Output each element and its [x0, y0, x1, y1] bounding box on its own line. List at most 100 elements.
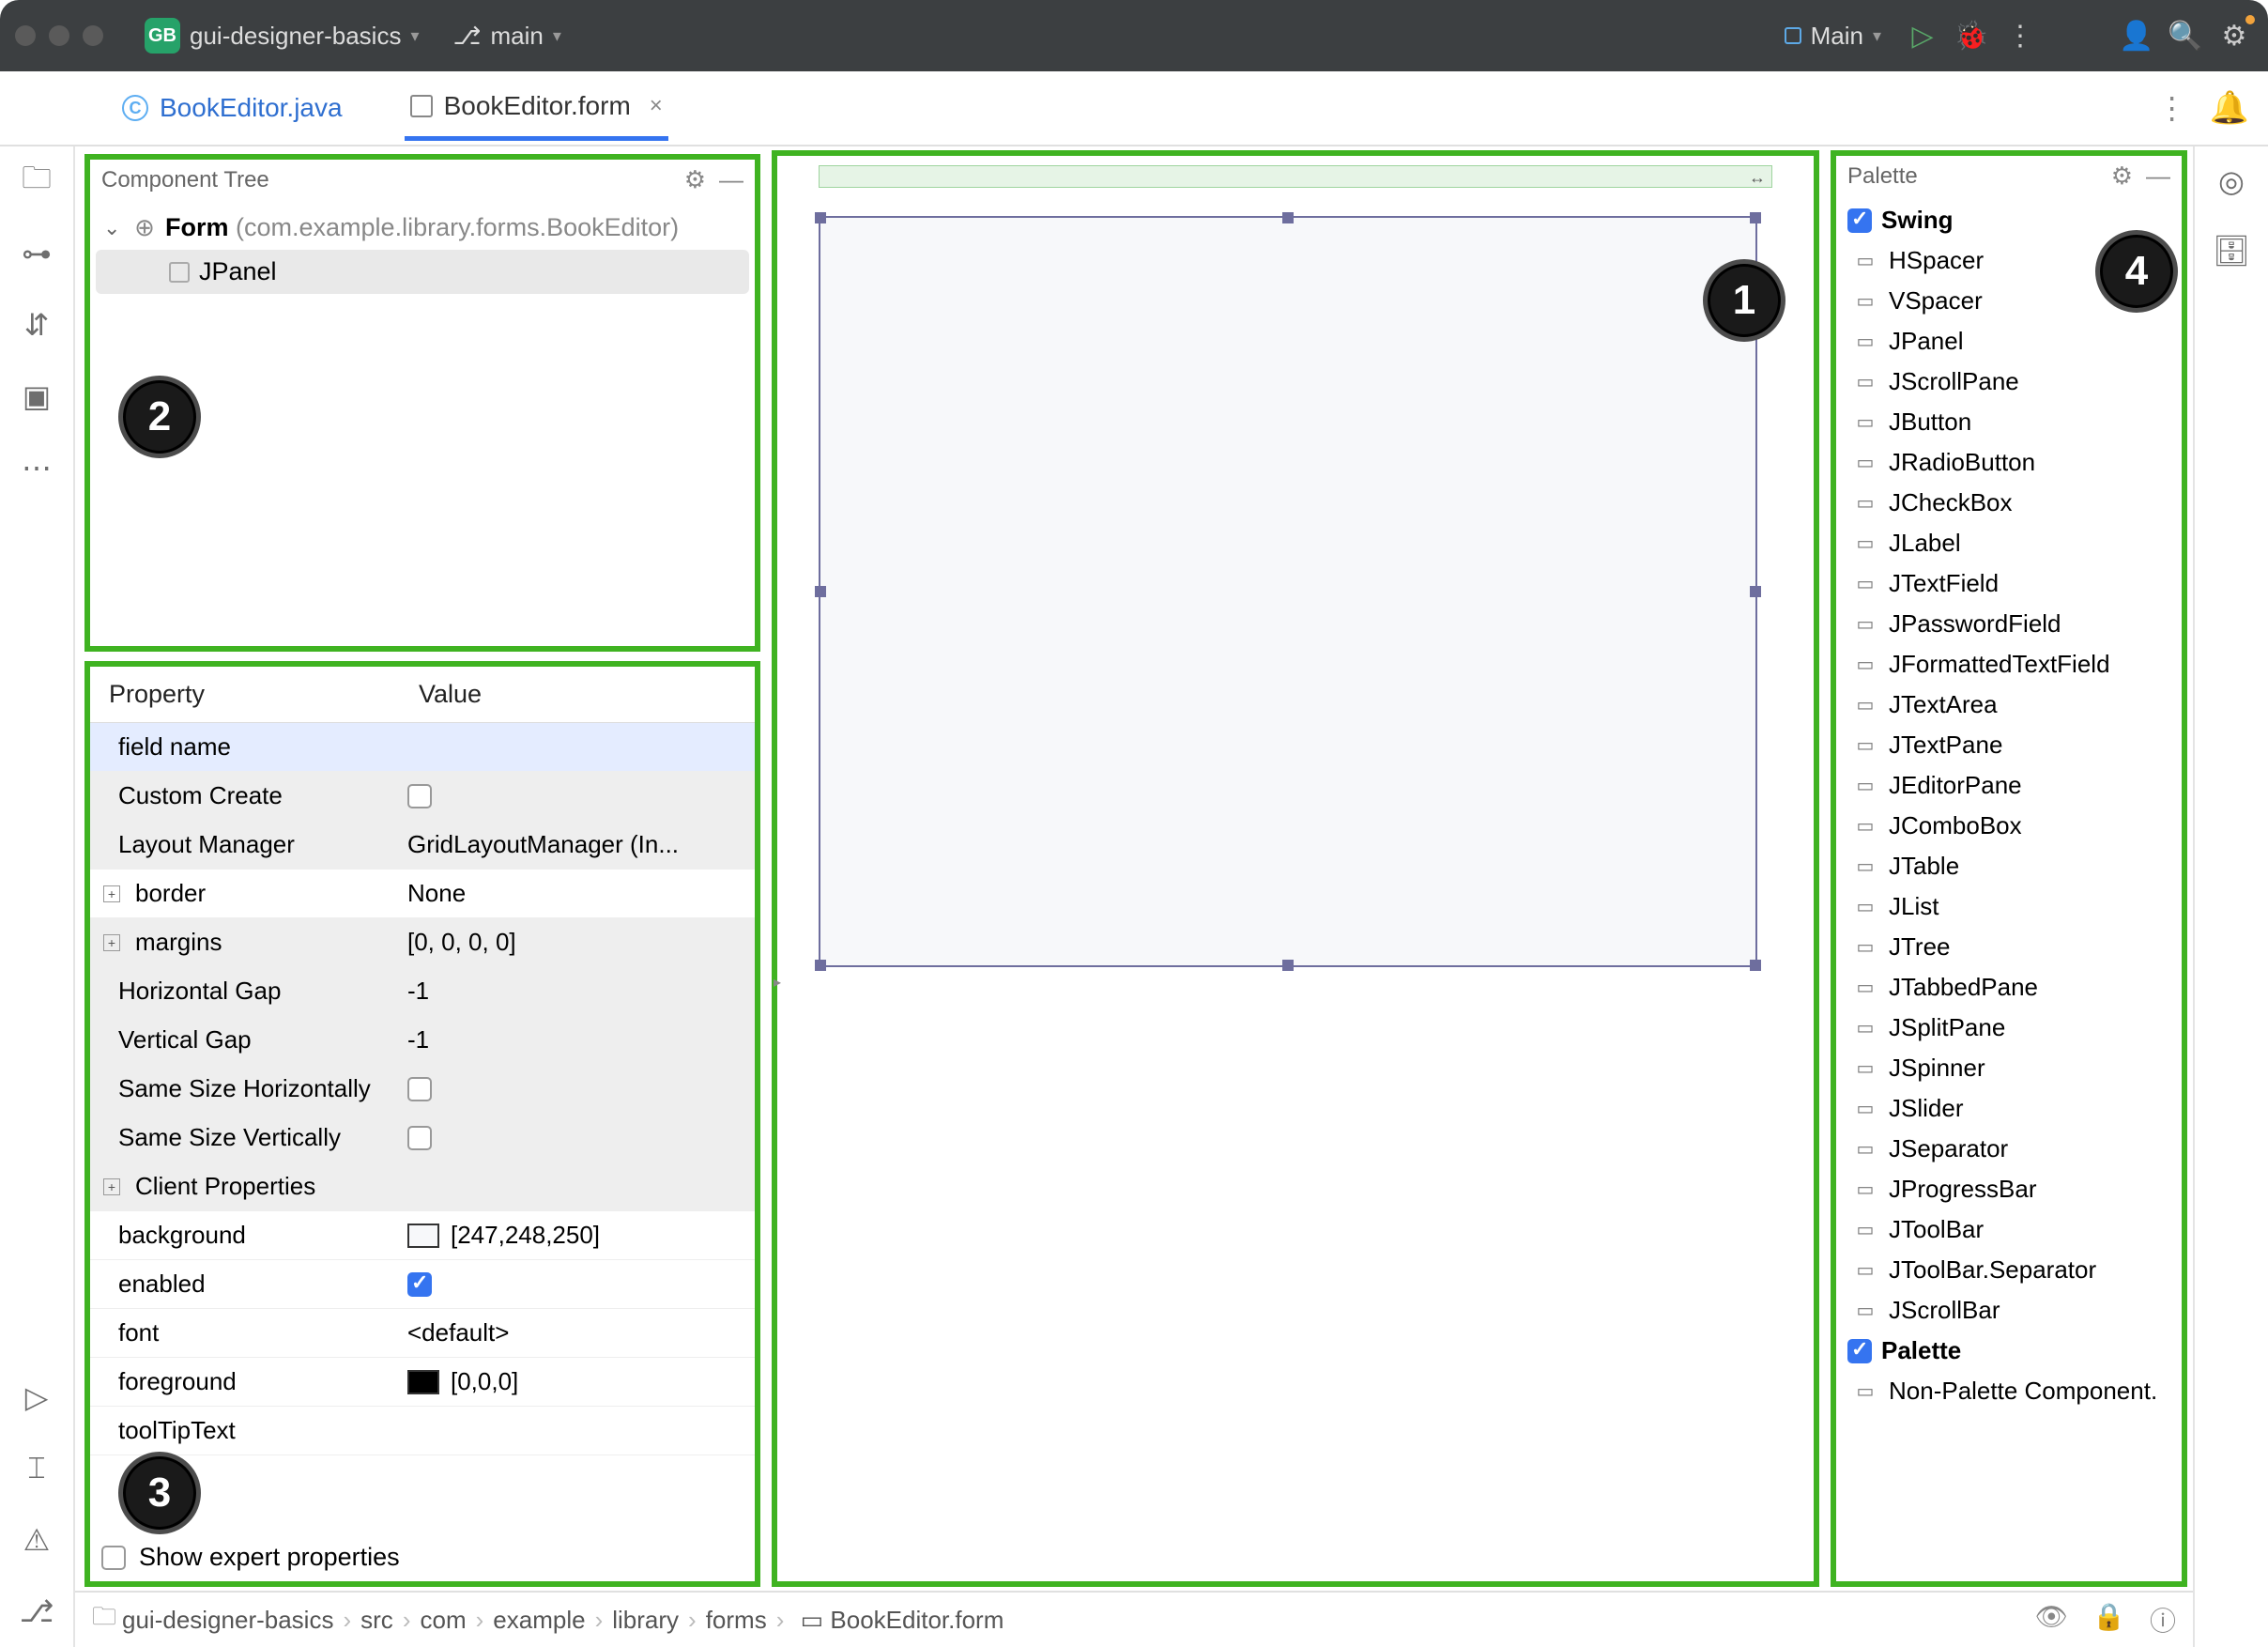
property-value[interactable]	[400, 1263, 755, 1306]
property-header[interactable]: Property	[90, 667, 400, 722]
palette-item[interactable]: ▭JSeparator	[1844, 1129, 2174, 1169]
project-selector[interactable]: GB gui-designer-basics ▾	[133, 12, 431, 59]
property-row[interactable]: toolTipText	[90, 1407, 755, 1455]
palette-item[interactable]: ▭JTable	[1844, 846, 2174, 886]
database-tool-icon[interactable]: 🗄	[2213, 233, 2251, 269]
palette-list[interactable]: 4 Swing▭HSpacer▭VSpacer▭JPanel▭JScrollPa…	[1836, 196, 2182, 1581]
selection-handle[interactable]	[815, 586, 826, 597]
panel-minimize-icon[interactable]: —	[719, 165, 743, 194]
breadcrumb-item[interactable]: gui-designer-basics	[122, 1606, 333, 1634]
ai-tool-icon[interactable]: ◎	[2218, 163, 2245, 199]
value-header[interactable]: Value	[400, 667, 755, 722]
palette-item[interactable]: ▭JToolBar.Separator	[1844, 1250, 2174, 1290]
palette-item[interactable]: ▭Non-Palette Component.	[1844, 1371, 2174, 1411]
group-checkbox[interactable]	[1847, 208, 1872, 233]
pull-requests-tool-icon[interactable]: ⇵	[18, 306, 55, 344]
property-row[interactable]: Horizontal Gap-1	[90, 967, 755, 1016]
tab-bookeditor-form[interactable]: BookEditor.form ×	[405, 76, 668, 141]
tab-bookeditor-java[interactable]: C BookEditor.java	[116, 78, 348, 138]
breadcrumb-item[interactable]: library	[612, 1606, 679, 1634]
show-expert-properties[interactable]: Show expert properties	[101, 1543, 400, 1572]
palette-item[interactable]: ▭JList	[1844, 886, 2174, 927]
selection-handle[interactable]	[815, 960, 826, 971]
panel-minimize-icon[interactable]: —	[2146, 162, 2170, 191]
property-row[interactable]: foreground[0,0,0]	[90, 1358, 755, 1407]
checkbox[interactable]	[407, 1126, 432, 1150]
close-window-button[interactable]	[15, 25, 36, 46]
panel-settings-icon[interactable]: ⚙	[2111, 162, 2133, 191]
property-value[interactable]	[400, 1178, 755, 1196]
property-row[interactable]: field name	[90, 723, 755, 772]
palette-item[interactable]: ▭JToolBar	[1844, 1209, 2174, 1250]
selection-handle[interactable]	[1282, 960, 1294, 971]
property-row[interactable]: Same Size Horizontally	[90, 1065, 755, 1114]
property-value[interactable]	[400, 1422, 755, 1440]
property-value[interactable]: None	[400, 870, 755, 917]
breadcrumb-item[interactable]: BookEditor.form	[830, 1606, 1004, 1634]
expand-icon[interactable]: +	[103, 934, 120, 951]
palette-item[interactable]: ▭JScrollBar	[1844, 1290, 2174, 1331]
palette-item[interactable]: ▭JScrollPane	[1844, 362, 2174, 402]
palette-item[interactable]: ▭JSlider	[1844, 1088, 2174, 1129]
code-with-me-icon[interactable]: 👤	[2118, 17, 2155, 54]
selection-handle[interactable]	[815, 212, 826, 223]
palette-item[interactable]: ▭JSpinner	[1844, 1048, 2174, 1088]
palette-item[interactable]: ▭JEditorPane	[1844, 765, 2174, 806]
property-row[interactable]: +Client Properties	[90, 1162, 755, 1211]
property-value[interactable]: GridLayoutManager (In...	[400, 821, 755, 869]
debug-button[interactable]: 🐞	[1953, 17, 1990, 54]
property-value[interactable]: -1	[400, 967, 755, 1015]
vcs-branch-selector[interactable]: ⎇ main ▾	[442, 16, 573, 56]
breadcrumb-item[interactable]: src	[360, 1606, 393, 1634]
palette-item[interactable]: ▭JComboBox	[1844, 806, 2174, 846]
breadcrumb-item[interactable]: example	[493, 1606, 585, 1634]
run-config-selector[interactable]: Main ▾	[1773, 16, 1893, 56]
run-tool-icon[interactable]: ▷	[18, 1378, 55, 1416]
commit-tool-icon[interactable]: ⊶	[18, 235, 55, 272]
resize-handle-icon[interactable]: ↔	[1749, 168, 1766, 188]
chevron-down-icon[interactable]: ⌄	[103, 216, 124, 240]
expand-icon[interactable]: +	[103, 885, 120, 902]
property-value[interactable]: [247,248,250]	[400, 1211, 755, 1259]
property-row[interactable]: enabled	[90, 1260, 755, 1309]
component-tree[interactable]: ⌄ ⊕ Form (com.example.library.forms.Book…	[90, 200, 755, 300]
property-row[interactable]: Custom Create	[90, 772, 755, 821]
palette-item[interactable]: ▭JPanel	[1844, 321, 2174, 362]
settings-icon[interactable]: ⚙	[2215, 17, 2253, 54]
more-actions-button[interactable]: ⋮	[2001, 17, 2039, 54]
palette-item[interactable]: ▭JTree	[1844, 927, 2174, 967]
group-checkbox[interactable]	[1847, 1339, 1872, 1363]
checkbox[interactable]	[407, 1077, 432, 1101]
property-value[interactable]: [0,0,0]	[400, 1358, 755, 1406]
form-designer-canvas[interactable]: ↔ ▸ 1	[772, 150, 1819, 1587]
lock-icon[interactable]: 🔒	[2092, 1601, 2125, 1639]
property-value[interactable]: [0, 0, 0, 0]	[400, 918, 755, 966]
checkbox[interactable]	[407, 784, 432, 808]
vcs-tool-icon[interactable]: ⎇	[18, 1593, 55, 1630]
selection-handle[interactable]	[1750, 586, 1761, 597]
palette-item[interactable]: ▭JRadioButton	[1844, 442, 2174, 483]
property-value[interactable]	[400, 738, 755, 757]
notifications-icon[interactable]: 🔔	[2210, 89, 2249, 127]
selection-handle[interactable]	[1750, 960, 1761, 971]
property-row[interactable]: Vertical Gap-1	[90, 1016, 755, 1065]
tab-options-icon[interactable]: ⋮	[2157, 90, 2187, 126]
breadcrumb-item[interactable]: forms	[706, 1606, 767, 1634]
palette-item[interactable]: ▭JFormattedTextField	[1844, 644, 2174, 685]
selection-handle[interactable]	[1282, 212, 1294, 223]
expand-icon[interactable]: +	[103, 1178, 120, 1195]
palette-item[interactable]: ▭JSplitPane	[1844, 1008, 2174, 1048]
palette-item[interactable]: ▭JPasswordField	[1844, 604, 2174, 644]
palette-item[interactable]: ▭JCheckBox	[1844, 483, 2174, 523]
window-controls[interactable]	[15, 25, 103, 46]
palette-item[interactable]: ▭JProgressBar	[1844, 1169, 2174, 1209]
search-everywhere-icon[interactable]: 🔍	[2167, 17, 2204, 54]
property-row[interactable]: Same Size Vertically	[90, 1114, 755, 1162]
property-row[interactable]: font<default>	[90, 1309, 755, 1358]
status-icon[interactable]: ⓘ	[2150, 1601, 2176, 1639]
more-tools-icon[interactable]: ⋯	[18, 449, 55, 486]
property-row[interactable]: background[247,248,250]	[90, 1211, 755, 1260]
palette-item[interactable]: ▭JTabbedPane	[1844, 967, 2174, 1008]
form-title-bar[interactable]: ↔	[819, 165, 1772, 188]
palette-item[interactable]: ▭JLabel	[1844, 523, 2174, 563]
